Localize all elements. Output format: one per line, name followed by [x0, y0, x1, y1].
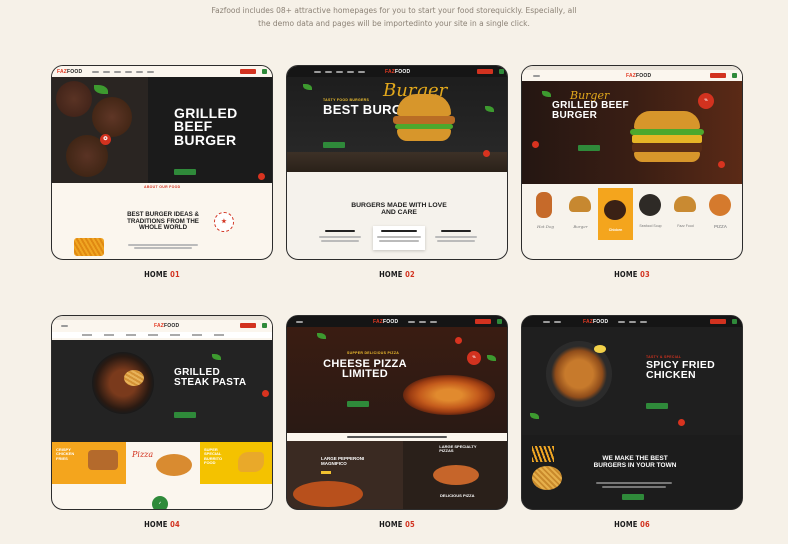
section-title: BEST BURGER IDEAS & TRADITIONS FROM THE … [127, 211, 199, 231]
category-item[interactable]: Seafood Soup [633, 188, 668, 240]
home-06-preview[interactable]: FAZFOOD TASTY & SPECIAL SPICY FRIED CHIC… [521, 315, 743, 510]
feature-item [317, 228, 363, 248]
hero-banner: Burger GRILLED BEEF BURGER % [522, 81, 742, 184]
burger-image [397, 94, 451, 116]
intro-text: Fazfood includes 08+ attractive homepage… [0, 4, 788, 30]
order-button[interactable] [646, 403, 668, 409]
promo-card[interactable]: LARGE PEPPERONI MAGNIFICO [287, 441, 404, 509]
section-title: WE MAKE THE BEST BURGERS IN YOUR TOWN [593, 455, 677, 469]
intro-line-1: Fazfood includes 08+ attractive homepage… [211, 6, 577, 15]
pizza-image [403, 375, 495, 415]
category-item-active[interactable]: Chicken [598, 188, 633, 240]
hero-title: SPICY FRIED CHICKEN [646, 359, 716, 381]
home-04-preview[interactable]: FAZFOOD GRILLED STEAK PASTA CRISPY CHICK… [51, 315, 273, 510]
hero-title: GRILLED BEEF BURGER [174, 105, 238, 148]
hero-banner: SUPPER DELICIOUS PIZZA CHEESE PIZZA LIMI… [287, 327, 507, 433]
promo-strip: LARGE PEPPERONI MAGNIFICO LARGE SPECIALT… [287, 441, 507, 509]
home-04-caption[interactable]: HOME 04 [51, 520, 273, 529]
promo-card[interactable]: SUPER SPECIAL BURRITO FOOD [200, 442, 272, 484]
hero-title: GRILLED STEAK PASTA [174, 367, 247, 388]
preview-navbar: FAZFOOD [522, 316, 742, 327]
hero-banner: FAZFOOD TASTY FOOD BURGERS BEST BURGERS … [287, 66, 507, 172]
home-02-caption[interactable]: HOME 02 [286, 270, 508, 279]
burger-patty-image [92, 97, 132, 137]
preview-navbar: FAZFOOD [287, 66, 507, 77]
order-button[interactable] [174, 169, 196, 175]
order-button[interactable] [323, 142, 345, 148]
promo-card[interactable]: Pizza [126, 442, 200, 484]
feature-item [433, 228, 479, 248]
home-03-preview[interactable]: FAZFOOD Burger GRILLED BEEF BURGER % Hot… [521, 65, 743, 260]
promo-card[interactable]: CRISPY CHICKEN FRIES [52, 442, 126, 484]
section-kicker: ABOUT OUR FOOD [144, 185, 181, 189]
fries-image [74, 238, 104, 256]
burger-patty-image [56, 81, 92, 117]
discount-badge: % [698, 93, 714, 109]
home-01-caption[interactable]: HOME 01 [51, 270, 273, 279]
hero-banner: ✪ GRILLED BEEF BURGER [52, 77, 272, 183]
home-02-preview[interactable]: FAZFOOD TASTY FOOD BURGERS BEST BURGERS … [286, 65, 508, 260]
order-button[interactable] [347, 401, 369, 407]
home-03-caption[interactable]: HOME 03 [521, 270, 743, 279]
category-item[interactable]: Burger [563, 188, 598, 240]
promo-strip: CRISPY CHICKEN FRIES Pizza SUPER SPECIAL… [52, 442, 272, 484]
home-05-caption[interactable]: HOME 05 [286, 520, 508, 529]
category-item[interactable]: PIZZA [703, 188, 738, 240]
burger-image [634, 111, 700, 129]
hero-kicker: SUPPER DELICIOUS PIZZA [347, 351, 400, 355]
home-05-preview[interactable]: FAZFOOD SUPPER DELICIOUS PIZZA CHEESE PI… [286, 315, 508, 510]
learn-more-button[interactable] [622, 494, 644, 500]
category-strip: Hot Dog Burger Chicken Seafood Soup Fazz… [528, 188, 738, 240]
preview-navbar: FAZFOOD [52, 320, 272, 331]
category-item[interactable]: Fazz Food [668, 188, 703, 240]
hero-banner: GRILLED STEAK PASTA [52, 340, 272, 442]
scroll-badge: ✓ [152, 496, 168, 509]
preview-navbar: FAZFOOD [522, 70, 742, 81]
discount-badge: % [467, 351, 481, 365]
section-title: BURGERS MADE WITH LOVE AND CARE [351, 202, 447, 217]
feature-item [373, 226, 425, 250]
noodles-image [532, 466, 562, 490]
hero-title: CHEESE PIZZA LIMITED [323, 358, 407, 381]
hero-banner: TASTY & SPECIAL SPICY FRIED CHICKEN [522, 327, 742, 435]
home-01-preview[interactable]: FAZFOOD ✪ GRILLED BEEF BURGER ABOUT OUR … [51, 65, 273, 260]
preview-navbar: FAZFOOD [287, 316, 507, 327]
promo-card[interactable]: LARGE SPECIALTY PIZZAS DELICIOUS PIZZA [403, 441, 507, 509]
play-badge[interactable]: ✪ [100, 134, 111, 145]
intro-line-2: the demo data and pages will be imported… [258, 19, 530, 28]
order-button[interactable] [174, 412, 196, 418]
preview-navbar: FAZFOOD [52, 66, 272, 77]
home-06-caption[interactable]: HOME 06 [521, 520, 743, 529]
category-item[interactable]: Hot Dog [528, 188, 563, 240]
preview-logo: FAZFOOD [57, 68, 83, 75]
order-button[interactable] [578, 145, 600, 151]
notice-bar [287, 433, 507, 441]
steak-pasta-image [92, 352, 154, 414]
stamp-badge: ★ [214, 212, 234, 232]
